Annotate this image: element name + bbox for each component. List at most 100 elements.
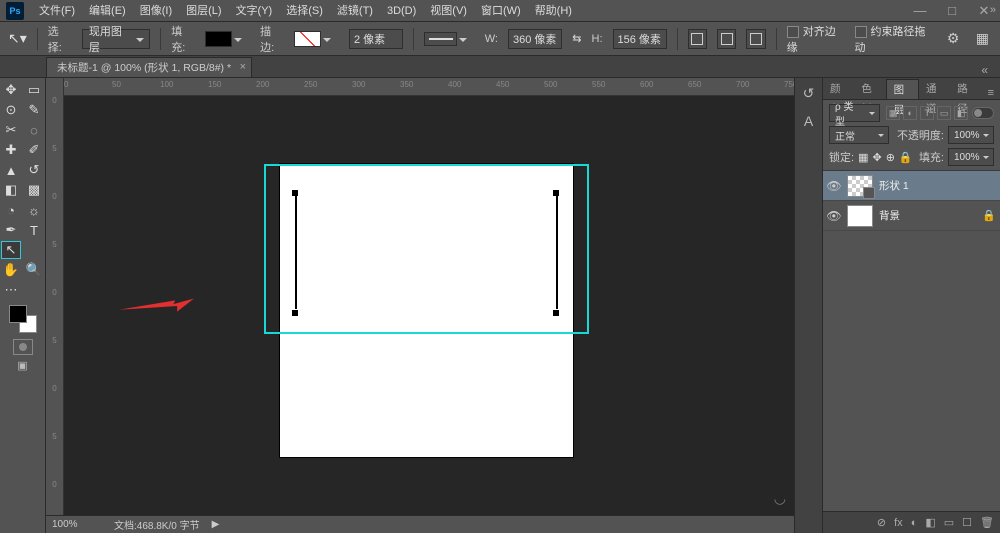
layer-filter-dropdown[interactable]: ρ 类型: [829, 104, 880, 122]
status-expand-icon[interactable]: ▶: [212, 519, 220, 530]
rotate-view-icon[interactable]: ◡: [774, 490, 786, 507]
layers-footer-icon-6[interactable]: 🗑: [980, 516, 994, 529]
type-tool[interactable]: T: [24, 221, 44, 239]
pen-tool[interactable]: ✒: [1, 221, 21, 239]
crop-tool[interactable]: ✂: [1, 121, 21, 139]
stroke-width-field[interactable]: 2 像素: [349, 29, 403, 49]
constrain-path-checkbox[interactable]: 约束路径拖动: [855, 23, 934, 55]
stroke-color-swatch[interactable]: [294, 31, 321, 47]
healing-tool[interactable]: ✚: [1, 141, 21, 159]
brush-tool[interactable]: ✐: [24, 141, 44, 159]
character-panel-icon[interactable]: A: [800, 112, 818, 130]
zoom-tool[interactable]: 🔍: [24, 261, 44, 279]
layer-row[interactable]: 👁形状 1: [823, 171, 1000, 201]
filter-shape-icon[interactable]: ▭: [937, 106, 951, 120]
layers-footer-icon-2[interactable]: ◐: [911, 517, 918, 529]
visibility-eye-icon[interactable]: 👁: [827, 179, 841, 193]
quick-select-tool[interactable]: ✎: [24, 101, 44, 119]
layers-footer-icon-5[interactable]: ☐: [962, 516, 972, 529]
menu-edit[interactable]: 编辑(E): [82, 0, 133, 22]
menu-type[interactable]: 文字(Y): [229, 0, 280, 22]
path-arrange-button[interactable]: [746, 29, 765, 49]
tab-swatches[interactable]: 色板: [854, 79, 885, 99]
move-tool[interactable]: ✥: [1, 81, 21, 99]
layers-footer-icon-3[interactable]: ◧: [925, 516, 935, 529]
filter-adjust-icon[interactable]: ◐: [903, 106, 917, 120]
menu-file[interactable]: 文件(F): [32, 0, 82, 22]
menu-window[interactable]: 窗口(W): [474, 0, 528, 22]
blend-mode-dropdown[interactable]: 正常: [829, 126, 889, 144]
menu-select[interactable]: 选择(S): [279, 0, 330, 22]
document-tab[interactable]: 未标题-1 @ 100% (形状 1, RGB/8#) * ×: [46, 57, 252, 77]
link-wh-icon[interactable]: ⇆: [572, 32, 581, 45]
stamp-tool[interactable]: ▲: [1, 161, 21, 179]
menu-image[interactable]: 图像(I): [133, 0, 179, 22]
transform-bounding-box[interactable]: [264, 164, 589, 334]
foreground-color-swatch[interactable]: [9, 305, 27, 323]
hand-tool[interactable]: ✋: [1, 261, 21, 279]
layer-filter-toggle[interactable]: [972, 107, 994, 119]
tab-paths[interactable]: 路径: [950, 79, 981, 99]
filter-type-icon[interactable]: T: [920, 106, 934, 120]
screen-mode-icon[interactable]: ▣: [17, 359, 27, 372]
menu-filter[interactable]: 滤镜(T): [330, 0, 380, 22]
edit-toolbar[interactable]: ⋯: [1, 281, 21, 299]
dodge-tool[interactable]: ☼: [24, 201, 44, 219]
eraser-tool[interactable]: ◧: [1, 181, 21, 199]
path-select-tool[interactable]: ↖: [1, 241, 21, 259]
ruler-tick: 350: [400, 80, 413, 89]
tab-layers[interactable]: 图层: [886, 79, 919, 99]
layer-row[interactable]: 👁背景🔒: [823, 201, 1000, 231]
visibility-eye-icon[interactable]: 👁: [827, 209, 841, 223]
lock-position-icon[interactable]: ✥: [872, 151, 881, 164]
menu-view[interactable]: 视图(V): [423, 0, 474, 22]
gradient-tool[interactable]: ▩: [24, 181, 44, 199]
stroke-style-dropdown[interactable]: [424, 32, 457, 46]
lock-all-icon[interactable]: 🔒: [899, 151, 913, 164]
layers-footer-icon-1[interactable]: fx: [894, 517, 903, 529]
quick-mask-icon[interactable]: [13, 339, 33, 355]
lasso-tool[interactable]: ⊙: [1, 101, 21, 119]
filter-smart-icon[interactable]: ◧: [954, 106, 968, 120]
fill-color-swatch[interactable]: [205, 31, 232, 47]
zoom-field[interactable]: 100%: [52, 519, 102, 530]
path-combine-button[interactable]: [688, 29, 707, 49]
align-edges-checkbox[interactable]: 对齐边缘: [787, 23, 845, 55]
menu-layer[interactable]: 图层(L): [179, 0, 228, 22]
tool-preset-icon[interactable]: ↖▾: [8, 30, 27, 47]
menu-3d[interactable]: 3D(D): [380, 0, 423, 22]
collapse-tabs-icon[interactable]: «: [975, 63, 994, 77]
foreground-background-colors[interactable]: [9, 305, 37, 333]
workspace-switch-icon[interactable]: ▦: [973, 29, 992, 49]
canvas-area[interactable]: 0501001502002503003504004505005506006507…: [64, 78, 794, 533]
tab-color[interactable]: 颜色: [823, 79, 854, 99]
layers-footer-icon-0[interactable]: ⊘: [877, 516, 886, 529]
history-panel-icon[interactable]: ↺: [800, 84, 818, 102]
layers-footer-icon-4[interactable]: ▭: [944, 516, 954, 529]
fill-opacity-field[interactable]: 100%: [948, 148, 994, 166]
select-mode-dropdown[interactable]: 现用图层: [82, 29, 150, 49]
eyedropper-tool[interactable]: ◌: [24, 121, 44, 139]
marquee-tool[interactable]: ▭: [24, 81, 44, 99]
lock-pixels-icon[interactable]: ▦: [858, 151, 868, 164]
menu-help[interactable]: 帮助(H): [528, 0, 579, 22]
lock-artboard-icon[interactable]: ⊕: [886, 151, 895, 164]
height-field[interactable]: 156 像素: [613, 29, 667, 49]
history-brush-tool[interactable]: ↺: [24, 161, 44, 179]
opacity-field[interactable]: 100%: [948, 126, 994, 144]
minimise-icon[interactable]: ―: [904, 0, 936, 22]
filter-pixel-icon[interactable]: ▦: [886, 106, 900, 120]
shape-tool[interactable]: [24, 241, 44, 259]
tab-channels[interactable]: 通道: [919, 79, 950, 99]
path-align-button[interactable]: [717, 29, 736, 49]
options-gear-icon[interactable]: ⚙: [943, 29, 962, 49]
layer-thumbnail[interactable]: [847, 205, 873, 227]
expand-panels-icon[interactable]: »: [990, 4, 996, 16]
ruler-tick: 450: [496, 80, 509, 89]
panel-menu-icon[interactable]: ≡: [982, 87, 1000, 99]
maximise-icon[interactable]: □: [936, 0, 968, 22]
layer-thumbnail[interactable]: [847, 175, 873, 197]
width-field[interactable]: 360 像素: [508, 29, 562, 49]
blur-tool[interactable]: ◔: [1, 201, 21, 219]
close-tab-icon[interactable]: ×: [240, 61, 246, 73]
